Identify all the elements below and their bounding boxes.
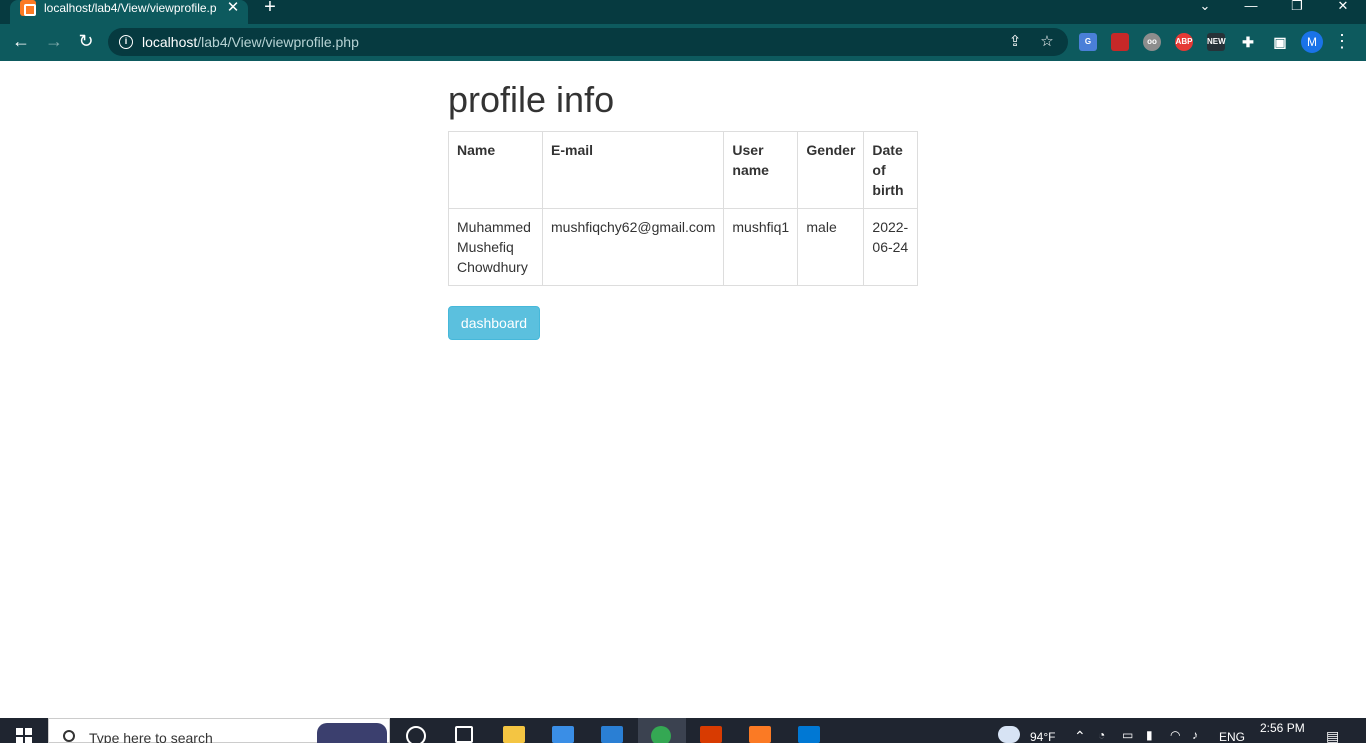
- forward-icon[interactable]: →: [42, 30, 66, 54]
- profile-table: Name E-mail User name Gender Date of bir…: [448, 131, 919, 286]
- wifi-icon[interactable]: ◠: [1170, 728, 1180, 742]
- glasses-extension-icon[interactable]: oo: [1143, 33, 1161, 51]
- extensions-puzzle-icon[interactable]: ✚: [1239, 33, 1257, 51]
- share-icon[interactable]: ⇪: [1006, 33, 1024, 51]
- chrome-icon[interactable]: [651, 726, 671, 743]
- browser-toolbar: ← → ↻ i localhost/lab4/View/viewprofile.…: [0, 24, 1366, 61]
- clock-time[interactable]: 2:56 PM: [1260, 721, 1305, 735]
- window-close-icon[interactable]: ✕: [1328, 0, 1358, 16]
- adblock-extension-icon[interactable]: ABP: [1175, 33, 1193, 51]
- cell-gender: male: [797, 208, 865, 286]
- volume-icon[interactable]: ♪: [1192, 728, 1198, 742]
- cell-date-of-birth: 2022-06-24: [863, 208, 919, 286]
- side-panel-icon[interactable]: ▣: [1271, 33, 1289, 51]
- page-title: profile info: [448, 79, 615, 120]
- cell-username: mushfiq1: [723, 208, 799, 286]
- reload-icon[interactable]: ↻: [74, 30, 98, 54]
- tab-search-chevron-icon[interactable]: ⌄: [1190, 0, 1220, 16]
- browser-tab[interactable]: localhost/lab4/View/viewprofile.p ✕: [10, 0, 248, 24]
- column-header-email: E-mail: [541, 131, 725, 209]
- url-host: localhost: [142, 34, 198, 50]
- new-extension-icon[interactable]: NEW: [1207, 33, 1226, 51]
- url-path: /lab4/View/viewprofile.php: [197, 34, 359, 50]
- network-icon[interactable]: ◔: [1098, 728, 1105, 742]
- language-indicator[interactable]: ENG: [1219, 730, 1245, 743]
- menu-kebab-icon[interactable]: ⋮: [1333, 31, 1351, 53]
- translate-extension-icon[interactable]: G: [1079, 33, 1097, 51]
- site-info-icon[interactable]: i: [119, 35, 133, 49]
- weather-temperature[interactable]: 94°F: [1030, 730, 1055, 743]
- vscode-icon[interactable]: [798, 726, 820, 743]
- column-header-name: Name: [448, 131, 543, 209]
- weather-cloud-icon[interactable]: [998, 726, 1020, 743]
- battery-icon[interactable]: ▮: [1146, 728, 1153, 742]
- cortana-icon[interactable]: [406, 726, 426, 743]
- meet-now-icon[interactable]: ▭: [1122, 728, 1133, 742]
- new-tab-button[interactable]: +: [258, 0, 282, 17]
- tray-chevron-icon[interactable]: ⌃: [1074, 728, 1086, 743]
- back-icon[interactable]: ←: [9, 30, 33, 54]
- tab-title: localhost/lab4/View/viewprofile.p: [44, 1, 217, 15]
- column-header-username: User name: [723, 131, 799, 209]
- mail-icon[interactable]: [601, 726, 623, 743]
- search-highlight-art: [317, 723, 387, 743]
- dashboard-button[interactable]: dashboard: [448, 306, 540, 340]
- microsoft-store-icon[interactable]: [552, 726, 574, 743]
- taskbar-search-box[interactable]: Type here to search: [48, 718, 390, 743]
- minimize-icon[interactable]: —: [1236, 0, 1266, 16]
- task-view-icon[interactable]: [455, 726, 473, 743]
- cell-email: mushfiqchy62@gmail.com: [541, 208, 725, 286]
- reader-extension-icon[interactable]: [1111, 33, 1129, 51]
- file-explorer-icon[interactable]: [503, 726, 525, 743]
- tab-close-icon[interactable]: ✕: [226, 0, 240, 16]
- browser-tabstrip: localhost/lab4/View/viewprofile.p ✕ + ⌄ …: [0, 0, 1366, 24]
- cell-name: Muhammed Mushefiq Chowdhury: [448, 208, 543, 286]
- xampp-favicon-icon: [20, 0, 36, 16]
- search-icon: [63, 730, 75, 742]
- column-header-date-of-birth: Date of birth: [863, 131, 919, 209]
- table-header-row: Name E-mail User name Gender Date of bir…: [448, 131, 919, 209]
- bookmark-star-icon[interactable]: ☆: [1038, 33, 1056, 51]
- address-bar[interactable]: i localhost/lab4/View/viewprofile.php ⇪ …: [108, 28, 1068, 56]
- xampp-icon[interactable]: [749, 726, 771, 743]
- url-text[interactable]: localhost/lab4/View/viewprofile.php: [142, 28, 359, 56]
- search-placeholder: Type here to search: [89, 730, 213, 743]
- table-row: Muhammed Mushefiq Chowdhury mushfiqchy62…: [448, 208, 919, 286]
- profile-avatar[interactable]: M: [1301, 31, 1323, 53]
- windows-start-icon[interactable]: [16, 728, 32, 743]
- notifications-icon[interactable]: ▤: [1326, 728, 1339, 743]
- restore-icon[interactable]: ❐: [1282, 0, 1312, 16]
- windows-taskbar: Type here to search 94°F ⌃ ◔ ▭ ▮ ◠ ♪ ENG…: [0, 718, 1366, 743]
- office-icon[interactable]: [700, 726, 722, 743]
- column-header-gender: Gender: [797, 131, 865, 209]
